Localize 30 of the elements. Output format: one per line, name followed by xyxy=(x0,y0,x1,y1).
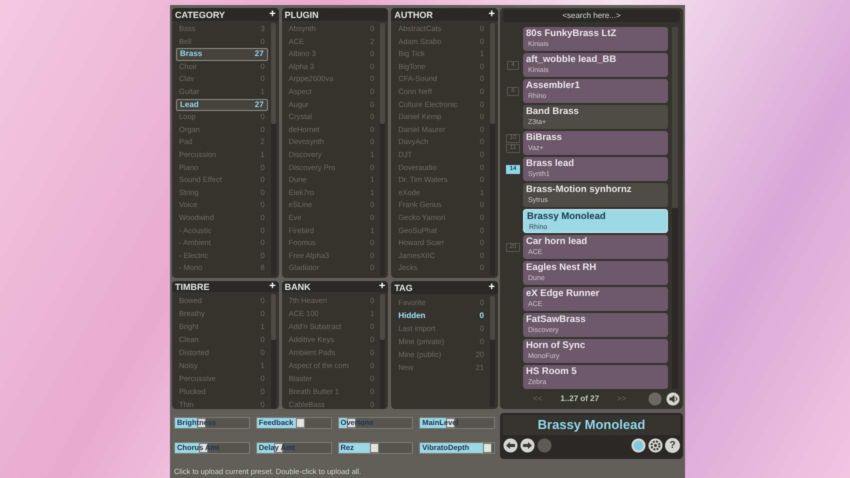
add-button[interactable]: + xyxy=(488,282,495,293)
panel-title: TAG xyxy=(394,282,413,292)
add-button[interactable]: + xyxy=(488,9,495,20)
settings-icon[interactable] xyxy=(648,438,663,453)
list-item[interactable]: Brass 27 xyxy=(176,48,268,61)
panel-title: PLUGIN xyxy=(284,10,319,20)
scrollbar[interactable] xyxy=(380,23,386,276)
help-button[interactable]: ? xyxy=(665,438,680,453)
scrollbar[interactable] xyxy=(490,296,495,407)
scrollbar[interactable] xyxy=(270,23,276,276)
search-field[interactable]: <search here...> xyxy=(503,10,680,22)
scrollbar[interactable] xyxy=(270,294,276,409)
speaker-icon[interactable] xyxy=(666,392,680,406)
panel-title: BANK xyxy=(284,282,311,292)
panel-title: AUTHOR xyxy=(394,10,433,20)
scrollbar[interactable] xyxy=(672,26,678,389)
add-button[interactable]: + xyxy=(269,9,276,20)
slider-thumb[interactable] xyxy=(296,418,306,428)
panel-title: CATEGORY xyxy=(175,10,226,20)
panel-title: TIMBRE xyxy=(175,282,210,292)
add-button[interactable]: + xyxy=(378,281,386,292)
page-range: 1..27 of 27 xyxy=(560,394,600,404)
slider-thumb[interactable] xyxy=(370,443,380,453)
scrollbar[interactable] xyxy=(490,23,495,276)
scrollbar[interactable] xyxy=(380,294,386,409)
list-item[interactable]: Hidden 0 xyxy=(395,309,487,322)
preset-name: Brassy Monolead xyxy=(503,415,680,435)
add-button[interactable]: + xyxy=(269,281,276,292)
list-item[interactable]: Lead 27 xyxy=(176,98,268,112)
circle-icon[interactable] xyxy=(631,438,646,453)
